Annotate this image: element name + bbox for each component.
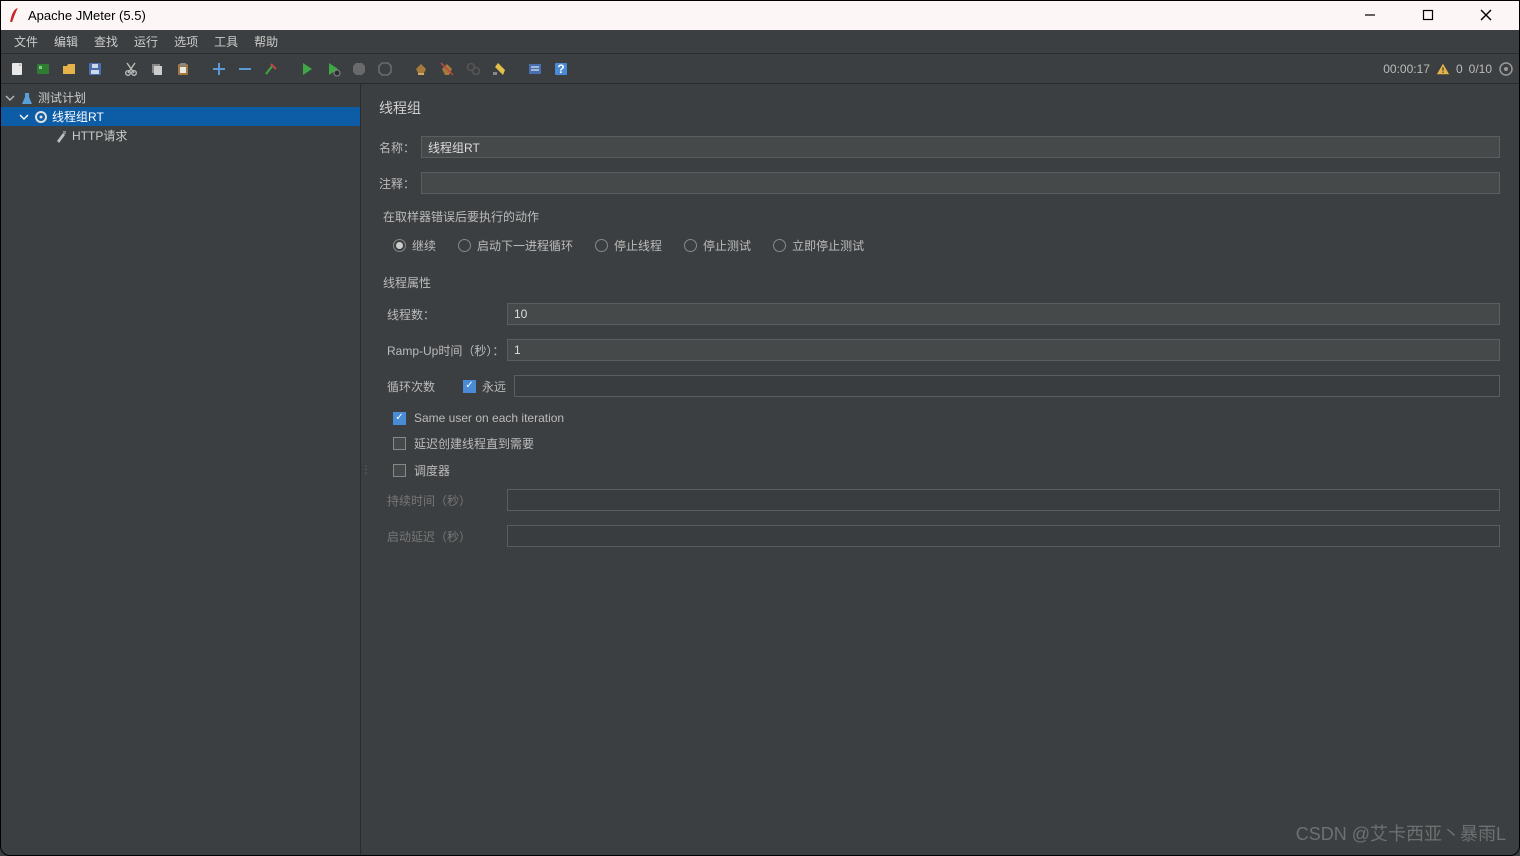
on-error-radios: 继续 启动下一进程循环 停止线程 停止测试 立即停止测试 xyxy=(393,237,1500,254)
startup-delay-input xyxy=(507,525,1500,547)
threads-label: 线程数： xyxy=(387,306,507,323)
forever-checkbox[interactable]: 永远 xyxy=(463,378,506,395)
comment-label: 注释： xyxy=(379,175,421,192)
chevron-down-icon[interactable] xyxy=(4,92,16,104)
toggle-icon[interactable] xyxy=(260,58,282,80)
startup-delay-label: 启动延迟（秒） xyxy=(387,528,507,545)
function-helper-icon[interactable] xyxy=(524,58,546,80)
titlebar: Apache JMeter (5.5) xyxy=(0,0,1520,30)
jmeter-icon xyxy=(8,6,22,24)
radio-continue[interactable]: 继续 xyxy=(393,237,436,254)
paste-icon[interactable] xyxy=(172,58,194,80)
comment-input[interactable] xyxy=(421,172,1500,194)
cut-icon[interactable] xyxy=(120,58,142,80)
panel-title: 线程组 xyxy=(379,98,1500,118)
help-icon[interactable]: ? xyxy=(550,58,572,80)
duration-input xyxy=(507,489,1500,511)
copy-icon[interactable] xyxy=(146,58,168,80)
collapse-icon[interactable] xyxy=(234,58,256,80)
same-user-checkbox[interactable]: Same user on each iteration xyxy=(393,411,1500,425)
maximize-button[interactable] xyxy=(1408,1,1448,29)
svg-text:?: ? xyxy=(557,62,564,76)
pipette-icon xyxy=(54,129,68,143)
warning-icon[interactable] xyxy=(1436,62,1450,76)
flask-icon xyxy=(20,91,34,105)
tree-label: 测试计划 xyxy=(38,89,86,106)
search-icon[interactable] xyxy=(462,58,484,80)
toolbar: ? 00:00:17 0 0/10 xyxy=(0,54,1520,84)
loop-label: 循环次数 xyxy=(387,378,463,395)
radio-next-loop[interactable]: 启动下一进程循环 xyxy=(458,237,573,254)
window-controls xyxy=(1350,1,1512,29)
toolbar-status: 00:00:17 0 0/10 xyxy=(1383,61,1514,77)
content: 测试计划 线程组RT HTTP请求 ⋮ 线程组 名称： 注释： 在取样器错误后要… xyxy=(0,84,1520,856)
ramp-input[interactable] xyxy=(507,339,1500,361)
name-label: 名称： xyxy=(379,139,421,156)
scheduler-checkbox[interactable]: 调度器 xyxy=(393,462,1500,479)
menubar: 文件 编辑 查找 运行 选项 工具 帮助 xyxy=(0,30,1520,54)
close-button[interactable] xyxy=(1466,1,1506,29)
stop-icon[interactable] xyxy=(348,58,370,80)
on-error-label: 在取样器错误后要执行的动作 xyxy=(383,208,1500,225)
splitter-grip[interactable]: ⋮ xyxy=(361,465,369,476)
reset-search-icon[interactable] xyxy=(488,58,510,80)
menu-options[interactable]: 选项 xyxy=(166,30,206,53)
thread-props-label: 线程属性 xyxy=(383,274,1500,291)
tree-root-testplan[interactable]: 测试计划 xyxy=(0,88,360,107)
menu-run[interactable]: 运行 xyxy=(126,30,166,53)
name-input[interactable] xyxy=(421,136,1500,158)
elapsed-time: 00:00:17 xyxy=(1383,62,1430,76)
radio-stop-test[interactable]: 停止测试 xyxy=(684,237,751,254)
menu-file[interactable]: 文件 xyxy=(6,30,46,53)
chevron-down-icon[interactable] xyxy=(18,111,30,123)
delay-create-checkbox[interactable]: 延迟创建线程直到需要 xyxy=(393,435,1500,452)
start-no-timers-icon[interactable] xyxy=(322,58,344,80)
editor-panel: 线程组 名称： 注释： 在取样器错误后要执行的动作 继续 启动下一进程循环 停止… xyxy=(361,84,1520,856)
tree-http-request[interactable]: HTTP请求 xyxy=(0,126,360,145)
ramp-label: Ramp-Up时间（秒）： xyxy=(387,342,507,359)
clear-all-icon[interactable] xyxy=(436,58,458,80)
warn-count: 0 xyxy=(1456,62,1463,76)
menu-search[interactable]: 查找 xyxy=(86,30,126,53)
tree-label: HTTP请求 xyxy=(72,127,127,144)
loop-input[interactable] xyxy=(514,375,1500,397)
tree-label: 线程组RT xyxy=(52,108,104,125)
threads-input[interactable] xyxy=(507,303,1500,325)
tree-panel: 测试计划 线程组RT HTTP请求 xyxy=(0,84,361,856)
thread-count: 0/10 xyxy=(1469,62,1492,76)
shutdown-icon[interactable] xyxy=(374,58,396,80)
threads-icon xyxy=(1498,61,1514,77)
clear-icon[interactable] xyxy=(410,58,432,80)
tree-thread-group[interactable]: 线程组RT xyxy=(0,107,360,126)
new-icon[interactable] xyxy=(6,58,28,80)
templates-icon[interactable] xyxy=(32,58,54,80)
window-title: Apache JMeter (5.5) xyxy=(28,8,1350,23)
menu-help[interactable]: 帮助 xyxy=(246,30,286,53)
duration-label: 持续时间（秒） xyxy=(387,492,507,509)
start-icon[interactable] xyxy=(296,58,318,80)
menu-edit[interactable]: 编辑 xyxy=(46,30,86,53)
save-icon[interactable] xyxy=(84,58,106,80)
open-icon[interactable] xyxy=(58,58,80,80)
expand-icon[interactable] xyxy=(208,58,230,80)
radio-stop-now[interactable]: 立即停止测试 xyxy=(773,237,864,254)
gear-icon xyxy=(34,110,48,124)
radio-stop-thread[interactable]: 停止线程 xyxy=(595,237,662,254)
menu-tools[interactable]: 工具 xyxy=(206,30,246,53)
minimize-button[interactable] xyxy=(1350,1,1390,29)
